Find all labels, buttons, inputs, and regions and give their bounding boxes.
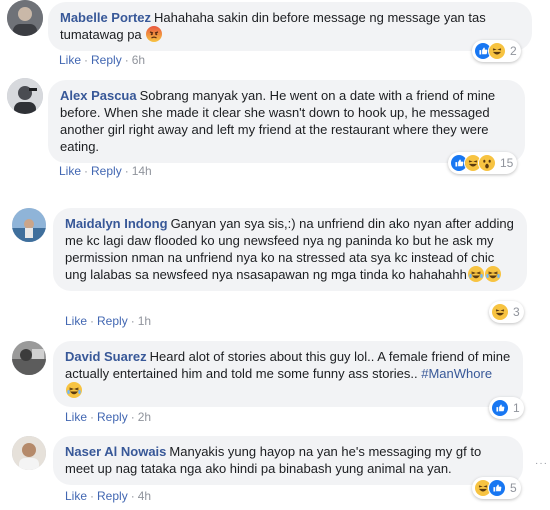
reaction-count: 3	[513, 305, 520, 319]
comment-author[interactable]: David Suarez	[65, 349, 147, 364]
reaction-count: 2	[510, 44, 517, 58]
angry-face-icon	[146, 26, 163, 42]
comment-author[interactable]: Naser Al Nowais	[65, 444, 166, 459]
like-link[interactable]: Like	[59, 53, 81, 67]
reaction-count: 1	[513, 401, 520, 415]
like-link[interactable]: Like	[65, 314, 87, 328]
comment-actions: Like · Reply · 6h	[59, 53, 146, 67]
comment-author[interactable]: Mabelle Portez	[60, 10, 151, 25]
avatar[interactable]	[7, 78, 43, 114]
comment-bubble: David Suarez Heard alot of stories about …	[53, 341, 523, 407]
avatar[interactable]	[12, 341, 46, 375]
comment-bubble: Maidalyn Indong Ganyan yan sya sis,:) na …	[53, 208, 527, 291]
like-link[interactable]: Like	[59, 164, 81, 178]
timestamp[interactable]: 2h	[138, 410, 151, 424]
reply-link[interactable]: Reply	[91, 164, 122, 178]
laughing-face-icon	[467, 266, 484, 282]
timestamp[interactable]: 6h	[132, 53, 145, 67]
reaction-summary[interactable]: 15	[448, 152, 518, 174]
more-options-icon[interactable]: ···	[535, 458, 548, 469]
avatar[interactable]	[7, 0, 43, 36]
reply-link[interactable]: Reply	[97, 314, 128, 328]
reaction-summary[interactable]: 5	[472, 477, 521, 499]
timestamp[interactable]: 1h	[138, 314, 151, 328]
reaction-count: 15	[500, 156, 514, 170]
timestamp[interactable]: 14h	[132, 164, 152, 178]
laughing-face-icon	[66, 382, 82, 398]
comment-actions: Like · Reply · 14h	[59, 164, 152, 178]
reaction-count: 5	[510, 481, 517, 495]
haha-reaction-icon	[488, 42, 506, 60]
reply-link[interactable]: Reply	[91, 53, 122, 67]
timestamp[interactable]: 4h	[138, 489, 151, 503]
reaction-summary[interactable]: 1	[489, 397, 524, 419]
laughing-face-icon	[484, 266, 501, 282]
comment-bubble: Alex Pascua Sobrang manyak yan. He went o…	[48, 80, 525, 163]
comment-actions: Like · Reply · 1h	[65, 314, 152, 328]
comment-author[interactable]: Maidalyn Indong	[65, 216, 168, 231]
like-link[interactable]: Like	[65, 410, 87, 424]
like-reaction-icon	[488, 479, 506, 497]
avatar[interactable]	[12, 208, 46, 242]
comment-bubble: Naser Al Nowais Manyakis yung hayop na ya…	[53, 436, 523, 485]
comment-actions: Like · Reply · 4h	[65, 489, 152, 503]
avatar[interactable]	[12, 436, 46, 470]
comment-bubble: Mabelle Portez Hahahaha sakin din before …	[48, 2, 532, 51]
comment-author[interactable]: Alex Pascua	[60, 88, 137, 103]
like-link[interactable]: Like	[65, 489, 87, 503]
reaction-summary[interactable]: 3	[489, 301, 524, 323]
like-reaction-icon	[491, 399, 509, 417]
hashtag-link[interactable]: #ManWhore	[421, 366, 492, 381]
wow-reaction-icon	[478, 154, 496, 172]
comment-actions: Like · Reply · 2h	[65, 410, 152, 424]
reply-link[interactable]: Reply	[97, 410, 128, 424]
reply-link[interactable]: Reply	[97, 489, 128, 503]
haha-reaction-icon	[491, 303, 509, 321]
reaction-summary[interactable]: 2	[472, 40, 521, 62]
